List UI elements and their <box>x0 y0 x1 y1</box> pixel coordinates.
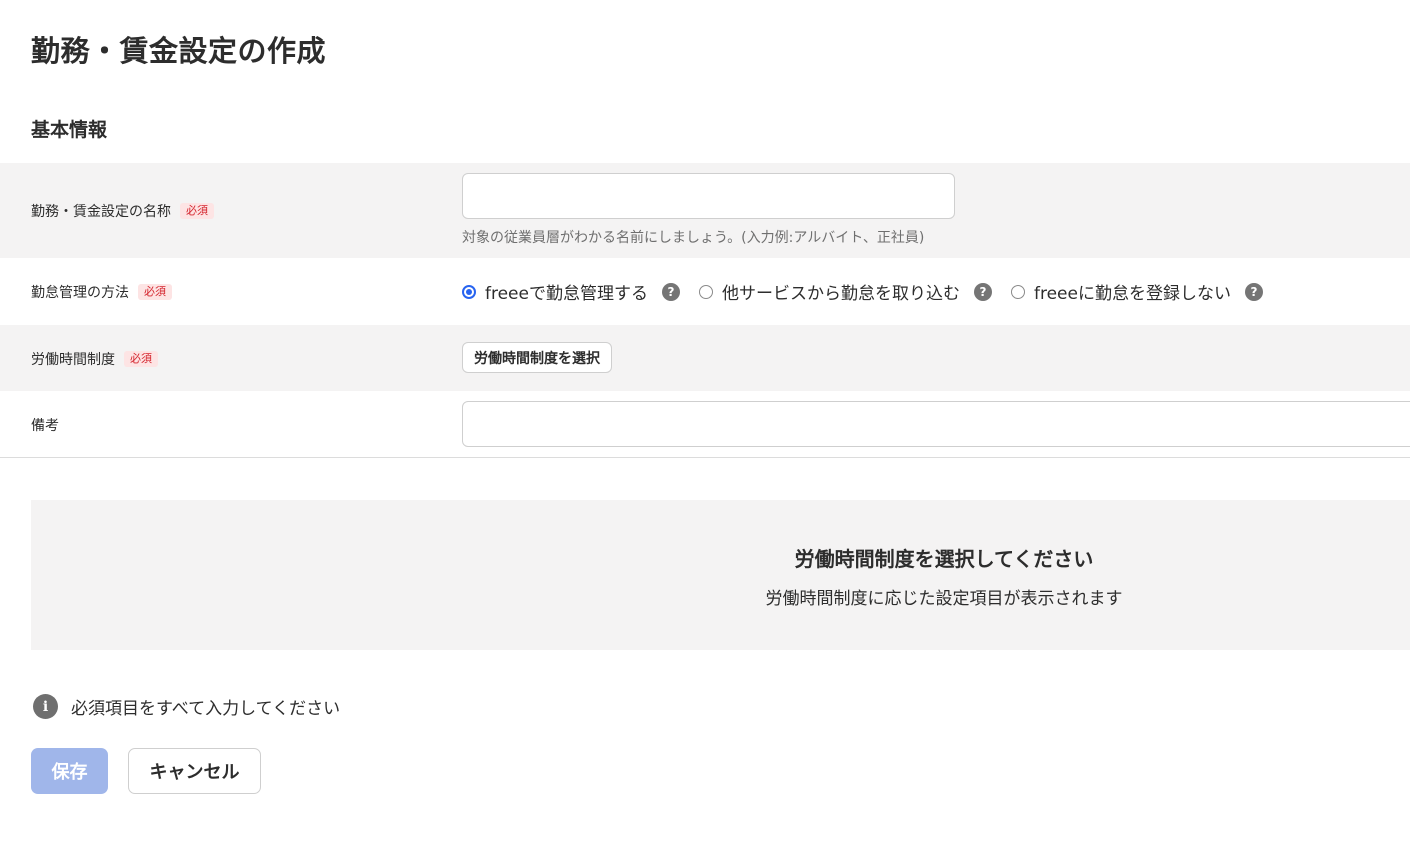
radio-button-checked[interactable] <box>462 284 476 299</box>
required-notice: i 必須項目をすべて入力してください <box>33 694 340 719</box>
page: 勤務・賃金設定の作成 基本情報 勤務・賃金設定の名称 必須 対象の従業員層がわか… <box>0 0 1410 849</box>
form-row-working-hours-system: 労働時間制度 必須 労働時間制度を選択 <box>0 325 1410 391</box>
section-title: 基本情報 <box>31 119 108 141</box>
form-row-attendance-method: 勤怠管理の方法 必須 freeeで勤怠管理する ? 他サービスから勤怠を取り込む… <box>0 258 1410 325</box>
radio-button[interactable] <box>1010 284 1025 299</box>
radio-button[interactable] <box>698 284 713 299</box>
remarks-input[interactable] <box>462 401 1410 447</box>
radio-label[interactable]: 他サービスから勤怠を取り込む <box>722 279 960 304</box>
name-input[interactable] <box>462 173 955 219</box>
remarks-label-text: 備考 <box>31 418 59 434</box>
name-label-text: 勤務・賃金設定の名称 <box>31 204 171 220</box>
required-badge: 必須 <box>180 203 214 219</box>
required-badge: 必須 <box>138 284 172 300</box>
attendance-method-radio-group: freeeで勤怠管理する ? 他サービスから勤怠を取り込む ? freeeに勤怠… <box>462 258 1282 325</box>
cancel-button[interactable]: キャンセル <box>128 748 261 794</box>
info-icon: i <box>33 694 58 719</box>
empty-state-description: 労働時間制度に応じた設定項目が表示されます <box>765 589 1123 609</box>
radio-option-none[interactable]: freeeに勤怠を登録しない ? <box>1010 279 1263 304</box>
help-icon[interactable]: ? <box>973 282 992 301</box>
empty-state-panel: 労働時間制度を選択してください 労働時間制度に応じた設定項目が表示されます <box>31 500 1410 650</box>
radio-label[interactable]: freeeに勤怠を登録しない <box>1034 279 1231 304</box>
attendance-method-label-text: 勤怠管理の方法 <box>31 285 129 301</box>
working-hours-system-label-text: 労働時間制度 <box>31 352 115 368</box>
working-hours-system-label: 労働時間制度 必須 <box>31 349 158 369</box>
remarks-label: 備考 <box>31 415 59 435</box>
name-help-text: 対象の従業員層がわかる名前にしましょう。(入力例:アルバイト、正社員) <box>462 230 925 246</box>
attendance-method-label: 勤怠管理の方法 必須 <box>31 282 172 302</box>
empty-state-title: 労働時間制度を選択してください <box>794 547 1094 571</box>
radio-option-import[interactable]: 他サービスから勤怠を取り込む ? <box>698 279 992 304</box>
notice-text: 必須項目をすべて入力してください <box>71 699 341 719</box>
form-row-name: 勤務・賃金設定の名称 必須 対象の従業員層がわかる名前にしましょう。(入力例:ア… <box>0 163 1410 258</box>
basic-info-form: 勤務・賃金設定の名称 必須 対象の従業員層がわかる名前にしましょう。(入力例:ア… <box>0 163 1410 458</box>
form-row-remarks: 備考 <box>0 391 1410 458</box>
help-icon[interactable]: ? <box>1244 282 1263 301</box>
required-badge: 必須 <box>124 351 158 367</box>
radio-label[interactable]: freeeで勤怠管理する <box>485 279 648 304</box>
radio-option-freee[interactable]: freeeで勤怠管理する ? <box>462 279 680 304</box>
save-button[interactable]: 保存 <box>31 748 108 794</box>
page-title: 勤務・賃金設定の作成 <box>31 34 327 68</box>
select-working-hours-system-button[interactable]: 労働時間制度を選択 <box>462 342 612 373</box>
help-icon[interactable]: ? <box>661 282 680 301</box>
name-label: 勤務・賃金設定の名称 必須 <box>31 201 214 221</box>
